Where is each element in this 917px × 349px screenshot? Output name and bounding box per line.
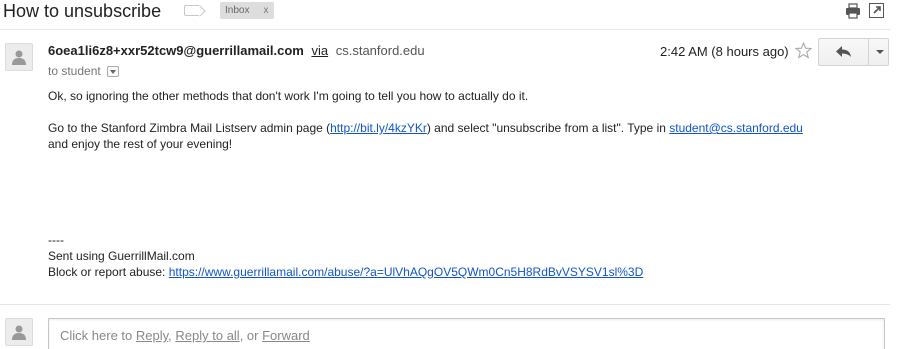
body-line-2: Go to the Stanford Zimbra Mail Listserv … xyxy=(48,120,803,136)
via-domain: cs.stanford.edu xyxy=(335,43,425,58)
subject-bar: How to unsubscribe Inbox x xyxy=(0,0,917,26)
reply-all-link[interactable]: Reply to all xyxy=(175,328,239,343)
recipient-line: to student xyxy=(48,64,119,78)
abuse-prefix: Block or report abuse: xyxy=(48,265,169,279)
recipient-text: to student xyxy=(48,64,101,78)
more-options-button[interactable] xyxy=(869,39,888,65)
new-window-icon[interactable] xyxy=(869,3,884,18)
person-icon xyxy=(12,50,26,65)
reply-button-group xyxy=(818,38,889,66)
label-chip-text: Inbox xyxy=(225,5,250,16)
student-email-link[interactable]: student@cs.stanford.edu xyxy=(669,121,803,135)
remove-label-button[interactable]: x xyxy=(263,2,268,19)
message-date: 2:42 AM (8 hours ago) xyxy=(660,44,789,59)
reply-arrow-icon xyxy=(836,46,851,57)
star-icon[interactable] xyxy=(795,42,812,59)
body-line-2-middle: ) and select "unsubscribe from a list". … xyxy=(426,121,670,135)
body-line-1: Ok, so ignoring the other methods that d… xyxy=(48,89,529,103)
current-user-avatar xyxy=(5,318,33,346)
forward-link[interactable]: Forward xyxy=(262,328,310,343)
signature-separator: ---- xyxy=(48,233,64,247)
important-marker-icon[interactable] xyxy=(184,5,199,16)
message-divider xyxy=(0,304,890,305)
signature-abuse-line: Block or report abuse: https://www.guerr… xyxy=(48,264,643,280)
bitly-link[interactable]: http://bit.ly/4kzYKr xyxy=(330,121,427,135)
abuse-link[interactable]: https://www.guerrillamail.com/abuse/?a=U… xyxy=(169,265,644,279)
body-line-3: and enjoy the rest of your evening! xyxy=(48,137,233,151)
sender-avatar[interactable] xyxy=(5,43,33,71)
reply-box-prefix: Click here to xyxy=(60,328,136,343)
via-link[interactable]: via xyxy=(311,43,328,58)
reply-button[interactable] xyxy=(819,39,869,65)
sender-email[interactable]: 6oea1li6z8+xxr52tcw9@guerrillamail.com xyxy=(48,43,304,58)
sender-line: 6oea1li6z8+xxr52tcw9@guerrillamail.com v… xyxy=(48,43,425,58)
email-subject: How to unsubscribe xyxy=(3,1,162,21)
reply-link[interactable]: Reply xyxy=(136,328,168,343)
signature-sent-using: Sent using GuerrillMail.com xyxy=(48,249,195,263)
show-details-button[interactable] xyxy=(106,65,119,77)
print-icon[interactable] xyxy=(845,3,861,19)
reply-box-sep-2: , or xyxy=(239,328,263,343)
label-chip-inbox[interactable]: Inbox x xyxy=(220,2,275,19)
person-icon xyxy=(12,325,26,340)
body-line-2-prefix: Go to the Stanford Zimbra Mail Listserv … xyxy=(48,121,331,135)
header-divider xyxy=(0,29,890,30)
quick-reply-box[interactable]: Click here to Reply, Reply to all, or Fo… xyxy=(48,318,885,349)
